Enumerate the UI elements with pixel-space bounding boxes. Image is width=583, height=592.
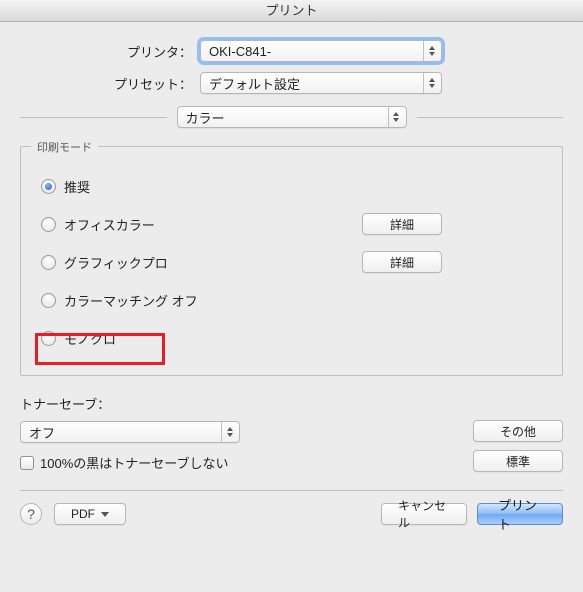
tonersave-select[interactable]: オフ (20, 421, 240, 443)
updown-icon (423, 73, 439, 93)
radio-row-monochrome[interactable]: モノクロ (41, 319, 542, 357)
detail-button[interactable]: 詳細 (362, 251, 442, 273)
printer-label: プリンタ： (20, 42, 200, 61)
updown-icon (221, 422, 237, 442)
pane-divider: カラー (20, 106, 563, 128)
standard-button[interactable]: 標準 (473, 450, 563, 472)
radio-icon (41, 255, 56, 270)
print-mode-fieldset: 印刷モード 推奨 オフィスカラー 詳細 グラフィックプロ 詳細 カラーマッチング… (20, 146, 563, 376)
checkbox-icon (20, 456, 34, 470)
radio-icon (41, 293, 56, 308)
footer: ? PDF キャンセル プリント (0, 503, 583, 539)
radio-row-recommended[interactable]: 推奨 (41, 167, 542, 205)
radio-icon (41, 217, 56, 232)
other-button[interactable]: その他 (473, 420, 563, 442)
radio-row-graphic-pro[interactable]: グラフィックプロ 詳細 (41, 243, 542, 281)
print-button[interactable]: プリント (477, 503, 563, 525)
printer-value: OKI-C841- (209, 44, 271, 59)
preset-select[interactable]: デフォルト設定 (200, 72, 442, 94)
tonersave-value: オフ (29, 423, 55, 442)
pdf-label: PDF (71, 507, 95, 521)
radio-row-colormatch-off[interactable]: カラーマッチング オフ (41, 281, 542, 319)
radio-label: カラーマッチング オフ (64, 291, 198, 310)
pane-value: カラー (186, 108, 225, 127)
lower-section: トナーセーブ： オフ 100%の黒はトナーセーブしない その他 標準 (20, 394, 563, 472)
cancel-button[interactable]: キャンセル (381, 503, 467, 525)
detail-button[interactable]: 詳細 (362, 213, 442, 235)
radio-label: オフィスカラー (64, 215, 155, 234)
tonersave-checkbox-row[interactable]: 100%の黒はトナーセーブしない (20, 453, 473, 472)
chevron-down-icon (101, 512, 109, 517)
tonersave-checkbox-label: 100%の黒はトナーセーブしない (40, 453, 228, 472)
preset-row: プリセット： デフォルト設定 (20, 72, 563, 94)
radio-icon (41, 331, 56, 346)
printer-row: プリンタ： OKI-C841- (20, 40, 563, 62)
preset-label: プリセット： (20, 74, 200, 93)
updown-icon (388, 107, 404, 127)
pdf-menu-button[interactable]: PDF (54, 503, 126, 525)
radio-icon (41, 179, 56, 194)
radio-label: 推奨 (64, 177, 90, 196)
pane-select[interactable]: カラー (177, 106, 407, 128)
preset-value: デフォルト設定 (209, 74, 300, 93)
help-button[interactable]: ? (20, 503, 42, 525)
radio-row-office-color[interactable]: オフィスカラー 詳細 (41, 205, 542, 243)
printer-select[interactable]: OKI-C841- (200, 40, 442, 62)
dialog-content: プリンタ： OKI-C841- プリセット： デフォルト設定 カラー 印刷モード… (0, 22, 583, 491)
tonersave-label: トナーセーブ： (20, 394, 473, 413)
window-title: プリント (0, 0, 583, 22)
footer-divider (20, 490, 563, 491)
print-mode-legend: 印刷モード (31, 139, 98, 155)
updown-icon (423, 41, 439, 61)
radio-label: モノクロ (64, 329, 116, 348)
radio-label: グラフィックプロ (64, 253, 168, 272)
